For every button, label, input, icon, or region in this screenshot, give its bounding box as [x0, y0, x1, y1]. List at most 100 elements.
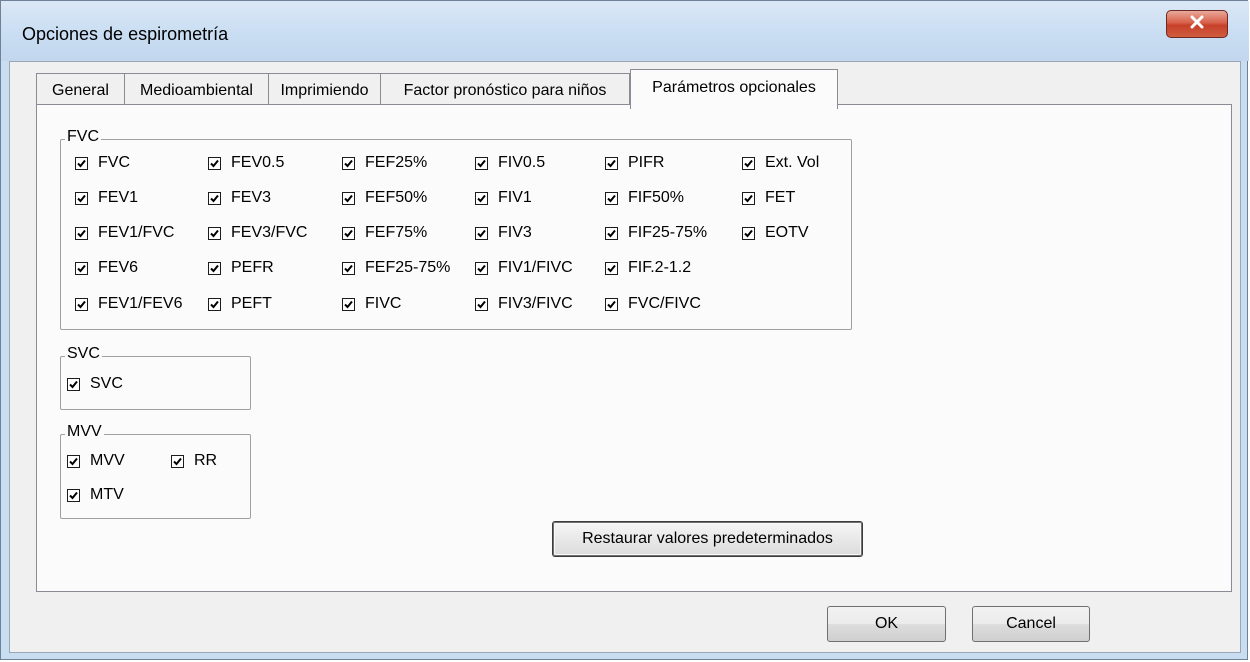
checkbox-fef25-75[interactable]: FEF25-75%: [342, 256, 450, 280]
checkbox-box[interactable]: [742, 156, 755, 170]
checkbox-box[interactable]: [605, 261, 618, 275]
checkbox-box[interactable]: [605, 191, 618, 205]
checkbox-label: Ext. Vol: [765, 154, 820, 171]
checkbox-box[interactable]: [75, 297, 88, 311]
checkbox-box[interactable]: [475, 261, 488, 275]
tab-imprimiendo[interactable]: Imprimiendo: [268, 73, 381, 107]
tab-general[interactable]: General: [36, 73, 125, 107]
tab-medioambiental[interactable]: Medioambiental: [124, 73, 269, 107]
checkbox-eotv[interactable]: EOTV: [742, 221, 809, 245]
checkmark-icon: [607, 159, 616, 167]
checkmark-icon: [77, 194, 86, 202]
checkmark-icon: [344, 159, 353, 167]
checkbox-box[interactable]: [75, 261, 88, 275]
checkbox-box[interactable]: [605, 297, 618, 311]
checkbox-fif-2-1-2[interactable]: FIF.2-1.2: [605, 256, 691, 280]
checkbox-rr[interactable]: RR: [171, 449, 217, 473]
checkbox-fev1-fev6[interactable]: FEV1/FEV6: [75, 292, 182, 316]
checkbox-fif25-75[interactable]: FIF25-75%: [605, 221, 707, 245]
checkbox-fvc[interactable]: FVC: [75, 151, 130, 175]
checkbox-box[interactable]: [475, 297, 488, 311]
checkbox-label: FEV3/FVC: [231, 224, 308, 241]
checkbox-fiv0-5[interactable]: FIV0.5: [475, 151, 545, 175]
checkbox-box[interactable]: [208, 191, 221, 205]
checkbox-label: FEV6: [98, 259, 139, 276]
checkbox-box[interactable]: [342, 156, 355, 170]
close-button[interactable]: [1166, 10, 1228, 38]
checkbox-box[interactable]: [171, 454, 184, 468]
checkbox-mtv[interactable]: MTV: [67, 483, 124, 507]
checkmark-icon: [69, 457, 78, 465]
checkbox-label: MTV: [90, 486, 124, 503]
checkbox-fev3-fvc[interactable]: FEV3/FVC: [208, 221, 307, 245]
checkbox-box[interactable]: [605, 156, 618, 170]
checkbox-fet[interactable]: FET: [742, 186, 795, 210]
checkbox-label: FEF25%: [365, 154, 428, 171]
checkbox-label: SVC: [90, 375, 123, 392]
checkbox-fev1-fvc[interactable]: FEV1/FVC: [75, 221, 174, 245]
checkmark-icon: [344, 229, 353, 237]
checkbox-box[interactable]: [75, 191, 88, 205]
title-bar[interactable]: Opciones de espirometría: [1, 1, 1249, 61]
checkbox-fiv1-fivc[interactable]: FIV1/FIVC: [475, 256, 573, 280]
checkbox-fef25[interactable]: FEF25%: [342, 151, 427, 175]
cancel-button[interactable]: Cancel: [972, 606, 1090, 642]
checkbox-ext-vol[interactable]: Ext. Vol: [742, 151, 819, 175]
checkmark-icon: [607, 194, 616, 202]
checkbox-label: FIV3: [498, 224, 532, 241]
tab-factor-pronostico[interactable]: Factor pronóstico para niños: [380, 73, 630, 107]
checkbox-label: FIV0.5: [498, 154, 546, 171]
checkbox-fiv3[interactable]: FIV3: [475, 221, 532, 245]
checkbox-fivc[interactable]: FIVC: [342, 292, 401, 316]
checkmark-icon: [210, 159, 219, 167]
ok-button[interactable]: OK: [827, 606, 946, 642]
checkbox-box[interactable]: [208, 226, 221, 240]
checkbox-box[interactable]: [208, 297, 221, 311]
checkbox-fiv3-fivc[interactable]: FIV3/FIVC: [475, 292, 573, 316]
checkbox-fef50[interactable]: FEF50%: [342, 186, 427, 210]
tab-parametros-opcionales[interactable]: Parámetros opcionales: [630, 69, 838, 109]
checkbox-box[interactable]: [75, 226, 88, 240]
checkbox-mvv[interactable]: MVV: [67, 449, 125, 473]
checkbox-peft[interactable]: PEFT: [208, 292, 272, 316]
checkbox-svc[interactable]: SVC: [67, 372, 123, 396]
checkmark-icon: [744, 229, 753, 237]
checkbox-fev3[interactable]: FEV3: [208, 186, 271, 210]
checkbox-pifr[interactable]: PIFR: [605, 151, 664, 175]
checkbox-box[interactable]: [342, 261, 355, 275]
checkbox-box[interactable]: [742, 226, 755, 240]
checkbox-box[interactable]: [342, 297, 355, 311]
checkbox-box[interactable]: [67, 454, 80, 468]
checkbox-box[interactable]: [75, 156, 88, 170]
checkbox-box[interactable]: [67, 488, 80, 502]
checkbox-fef75[interactable]: FEF75%: [342, 221, 427, 245]
checkbox-pefr[interactable]: PEFR: [208, 256, 274, 280]
checkbox-fev6[interactable]: FEV6: [75, 256, 138, 280]
checkmark-icon: [173, 457, 182, 465]
restore-defaults-button[interactable]: Restaurar valores predeterminados: [553, 522, 862, 556]
checkbox-box[interactable]: [67, 377, 80, 391]
checkbox-box[interactable]: [475, 191, 488, 205]
checkbox-label: FEV1/FEV6: [98, 295, 183, 312]
checkbox-box[interactable]: [475, 226, 488, 240]
checkbox-fvc-fivc[interactable]: FVC/FIVC: [605, 292, 701, 316]
checkbox-label: FIV1: [498, 189, 532, 206]
checkmark-icon: [77, 264, 86, 272]
checkbox-box[interactable]: [342, 226, 355, 240]
fvc-group: FVC FVC FEV0.5 FEF25% FIV0.5 PIFR Ext. Vol FEV…: [60, 128, 852, 330]
checkbox-box[interactable]: [342, 191, 355, 205]
checkbox-fev1[interactable]: FEV1: [75, 186, 138, 210]
checkbox-fif50[interactable]: FIF50%: [605, 186, 684, 210]
checkmark-icon: [210, 194, 219, 202]
checkbox-label: FIF50%: [628, 189, 685, 206]
checkbox-fev0-5[interactable]: FEV0.5: [208, 151, 284, 175]
checkbox-fiv1[interactable]: FIV1: [475, 186, 532, 210]
checkbox-label: EOTV: [765, 224, 809, 241]
checkbox-label: FIVC: [365, 295, 402, 312]
checkbox-box[interactable]: [475, 156, 488, 170]
checkbox-box[interactable]: [208, 261, 221, 275]
checkbox-box[interactable]: [605, 226, 618, 240]
checkbox-box[interactable]: [742, 191, 755, 205]
checkmark-icon: [477, 229, 486, 237]
checkbox-box[interactable]: [208, 156, 221, 170]
